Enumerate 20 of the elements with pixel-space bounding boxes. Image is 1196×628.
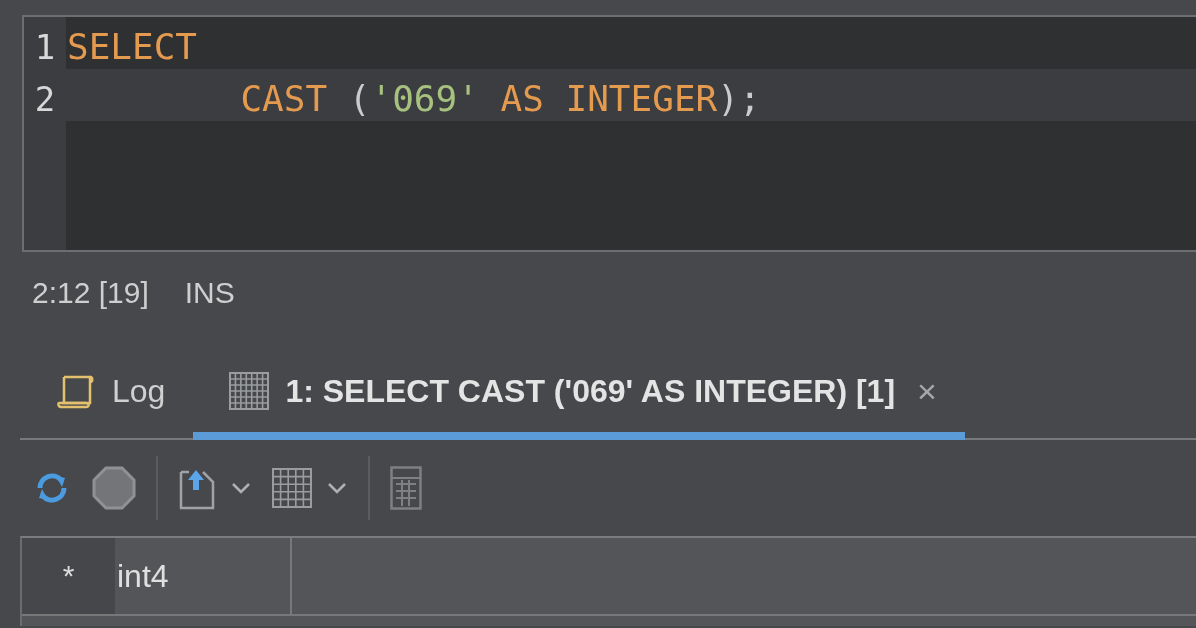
stop-icon bbox=[92, 466, 136, 510]
cursor-position: 2:12 [19] bbox=[32, 276, 149, 310]
code-line: SELECT bbox=[67, 26, 198, 67]
table-icon bbox=[229, 372, 270, 410]
line-number: 2 bbox=[33, 78, 57, 121]
table-view-button[interactable] bbox=[272, 468, 348, 508]
result-tab[interactable]: 1: SELECT CAST ('069' AS INTEGER) [1] × bbox=[193, 350, 965, 440]
caret-icon bbox=[326, 481, 348, 495]
caret-icon bbox=[230, 481, 252, 495]
column-header[interactable]: int4 bbox=[115, 538, 292, 616]
calculator-button[interactable] bbox=[390, 466, 422, 510]
result-tab[interactable]: Log bbox=[20, 350, 194, 440]
insert-mode: INS bbox=[184, 276, 235, 310]
calculator-icon bbox=[390, 466, 422, 510]
line-number: 1 bbox=[33, 26, 57, 69]
stop-button[interactable] bbox=[92, 466, 136, 510]
row-header: * bbox=[22, 538, 115, 616]
table-icon bbox=[272, 468, 312, 508]
code-line: CAST ('069' AS INTEGER); bbox=[239, 78, 761, 119]
close-button[interactable]: × bbox=[917, 371, 937, 411]
